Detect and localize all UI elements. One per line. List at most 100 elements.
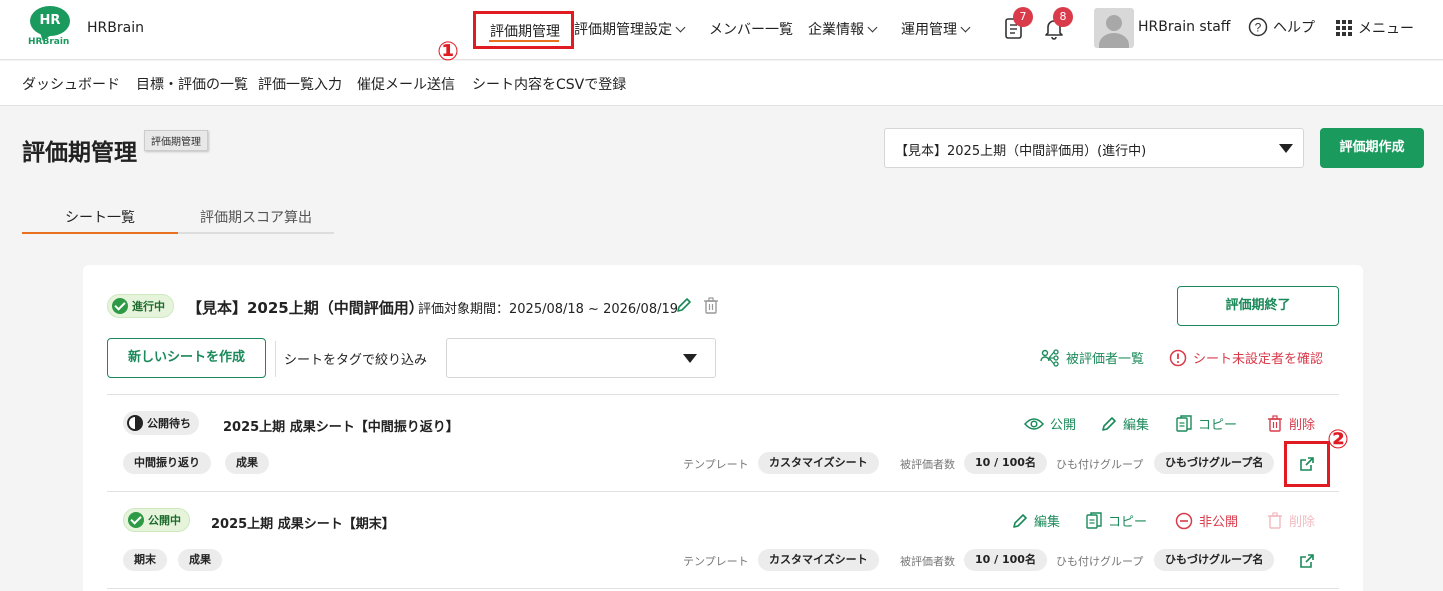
nav-evaluation-period[interactable]: 評価期管理 [473,11,574,49]
tab-score-calculation[interactable]: 評価期スコア算出 [178,207,334,234]
open-external-button[interactable] [1298,552,1316,570]
tag-chip: 期末 [123,549,167,571]
help-label: ヘルプ [1273,20,1315,36]
sub-navigation: ダッシュボード 目標・評価の一覧 評価一覧入力 催促メール送信 シート内容をCS… [0,61,1443,106]
tag-filter-label: シートをタグで絞り込み [284,353,428,368]
copy-label: コピー [1108,515,1148,530]
nav-company-info[interactable]: 企業情報 [808,19,878,39]
unpublish-button[interactable]: 非公開 [1175,511,1238,530]
copy-icon [1176,414,1192,432]
avatar[interactable] [1094,8,1134,48]
open-external-button[interactable] [1298,455,1316,473]
nav-company-info-label: 企業情報 [808,22,864,38]
status-badge-label: 公開待ち [147,417,191,430]
edit-button[interactable]: 編集 [1101,414,1149,433]
publish-label: 公開 [1050,418,1077,433]
check-unset-label: シート未設定者を確認 [1193,352,1324,367]
delete-button-disabled: 削除 [1267,511,1315,530]
half-circle-icon [127,415,143,431]
tag-filter-select[interactable] [446,338,716,378]
create-period-button[interactable]: 評価期作成 [1320,128,1424,168]
chevron-down-icon [867,22,878,33]
page-title: 評価期管理 [22,140,137,166]
notifications-count-badge: 8 [1053,7,1073,27]
publish-button[interactable]: 公開 [1024,414,1076,433]
pencil-icon [677,298,691,312]
nav-members[interactable]: メンバー一覧 [709,19,793,39]
new-sheet-button[interactable]: 新しいシートを作成 [107,338,266,378]
delete-period-button[interactable] [703,297,719,314]
sheet-title[interactable]: 2025上期 成果シート【期末】 [211,513,395,532]
template-chip: カスタマイズシート [758,452,879,474]
evaluatee-count-label: 被評価者数 [900,458,955,471]
avatar-body [1099,33,1129,48]
evaluatee-list-link[interactable]: 被評価者一覧 [1040,348,1144,367]
chevron-down-icon [675,22,686,33]
check-circle-icon [128,512,144,528]
docs-count-badge: 7 [1013,7,1033,27]
page-title-tooltip: 評価期管理 [144,130,208,151]
tab-sheet-list[interactable]: シート一覧 [22,207,178,234]
end-period-button[interactable]: 評価期終了 [1177,286,1339,326]
check-unset-link[interactable]: シート未設定者を確認 [1169,348,1323,367]
minus-circle-icon [1175,512,1193,529]
status-badge: 進行中 [107,294,174,318]
group-label: ひも付けグループ [1056,458,1144,471]
template-label: テンプレート [683,458,749,471]
status-badge-label: 進行中 [132,300,165,313]
status-badge: 公開中 [123,508,190,532]
top-header: HR HRBrain HRBrain 評価期管理 ① 評価期管理設定 メンバー一… [0,0,1443,67]
annotation-two: ② [1327,425,1350,455]
trash-icon [1268,415,1282,432]
status-badge-label: 公開中 [148,514,181,527]
template-label: テンプレート [683,555,749,568]
menu-label: メニュー [1358,21,1414,37]
template-chip: カスタマイズシート [758,549,879,571]
alert-circle-icon [1169,349,1187,366]
status-badge: 公開待ち [123,411,199,435]
logo-subtext: HRBrain [28,37,70,47]
edit-button[interactable]: 編集 [1012,511,1060,530]
subnav-evaluation-input[interactable]: 評価一覧入力 [258,74,342,94]
copy-button[interactable]: コピー [1086,511,1147,530]
subnav-dashboard[interactable]: ダッシュボード [22,74,120,94]
edit-label: 編集 [1123,418,1150,433]
subnav-reminder-mail[interactable]: 催促メール送信 [357,74,455,94]
app-name: HRBrain [87,20,144,36]
period-select-value: 【見本】2025上期（中間評価用）(進行中) [895,144,1147,159]
help-icon: ? [1248,17,1268,37]
evaluatee-count-chip: 10 / 100名 [964,549,1047,571]
active-underline [489,40,559,42]
nav-operations-label: 運用管理 [901,22,957,38]
external-link-icon [1300,554,1314,568]
divider [107,588,1339,589]
tag-chip: 中間振り返り [123,452,211,474]
tag-chip: 成果 [178,549,222,571]
subnav-goals-list[interactable]: 目標・評価の一覧 [136,74,248,94]
period-select[interactable]: 【見本】2025上期（中間評価用）(進行中) [884,128,1304,168]
grid-menu-icon [1336,20,1352,36]
unpublish-label: 非公開 [1199,515,1239,530]
logo-mark: HR [30,6,70,36]
people-network-icon [1040,348,1059,367]
edit-period-button[interactable] [676,297,692,313]
check-circle-icon [112,298,128,314]
divider [107,394,1339,395]
pencil-icon [1013,513,1027,528]
menu-button[interactable]: メニュー [1336,18,1414,38]
delete-label: 削除 [1289,418,1316,433]
delete-button[interactable]: 削除 [1267,414,1315,433]
pencil-icon [1102,416,1116,431]
user-name[interactable]: HRBrain staff [1138,19,1230,35]
copy-button[interactable]: コピー [1176,414,1237,433]
subnav-csv-import[interactable]: シート内容をCSVで登録 [472,74,626,94]
help-link[interactable]: ? ヘルプ [1248,17,1315,37]
sheet-title[interactable]: 2025上期 成果シート【中間振り返り】 [223,416,459,435]
nav-period-settings[interactable]: 評価期管理設定 [574,19,686,39]
hrbrain-logo[interactable]: HR HRBrain [28,6,72,50]
nav-period-settings-label: 評価期管理設定 [574,22,672,38]
trash-icon [704,297,718,314]
edit-label: 編集 [1034,515,1061,530]
nav-operations[interactable]: 運用管理 [901,19,971,39]
period-title: 【見本】2025上期（中間評価用） [187,299,424,317]
